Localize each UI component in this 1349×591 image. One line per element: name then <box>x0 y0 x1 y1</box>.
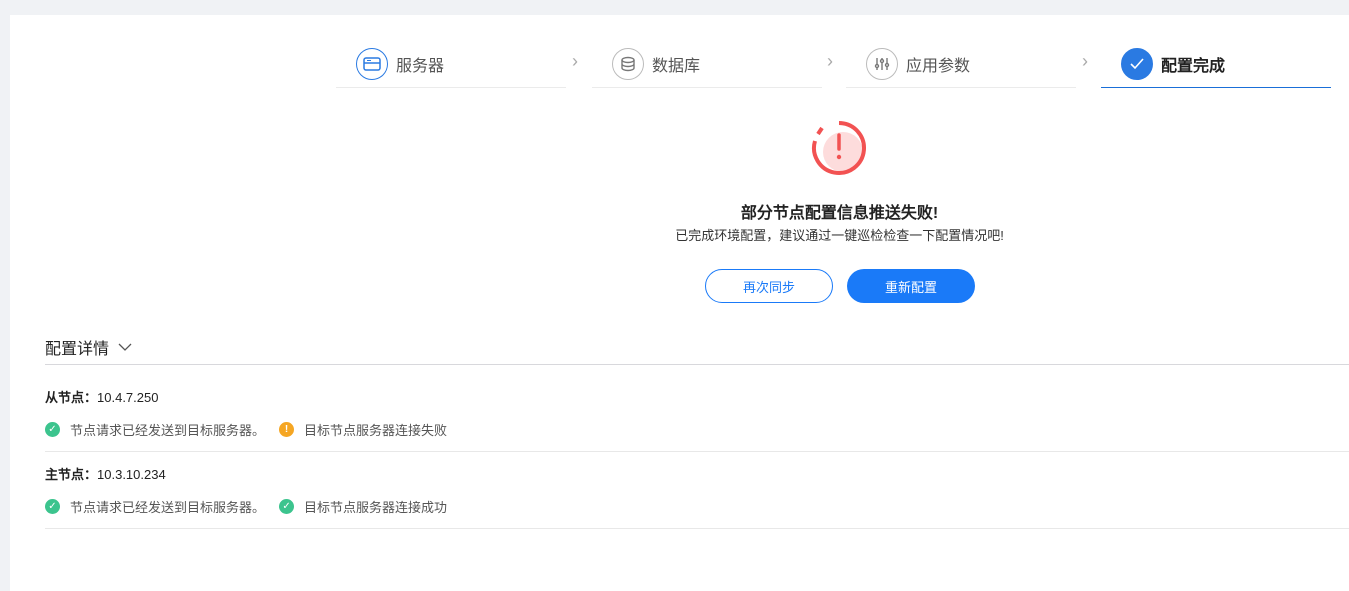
warning-icon: ! <box>279 422 295 437</box>
server-icon <box>356 48 388 80</box>
reconfigure-button[interactable]: 重新配置 <box>847 269 975 303</box>
success-icon: ✓ <box>45 499 60 514</box>
details-title: 配置详情 <box>45 341 110 358</box>
chevron-right-icon: › <box>572 51 578 71</box>
status-text: 节点请求已经发送到目标服务器。 <box>70 423 266 438</box>
status-text: 目标节点服务器连接成功 <box>304 500 448 515</box>
node-ip: 10.3.10.234 <box>97 467 166 482</box>
node-status-list: ✓ 节点请求已经发送到目标服务器。 ✓ 目标节点服务器连接成功 <box>45 497 447 516</box>
check-icon <box>1121 48 1153 80</box>
status-text: 节点请求已经发送到目标服务器。 <box>70 500 266 515</box>
error-icon <box>810 119 868 182</box>
node-label: 从节点： <box>45 390 98 405</box>
status-text: 目标节点服务器连接失败 <box>304 423 448 438</box>
result-title: 部分节点配置信息推送失败! <box>740 205 939 222</box>
database-icon <box>612 48 644 80</box>
main-card: 服务器 › 数据库 › 应用参数 › 配置完成 部分节点配置信息推送失败! 已完… <box>10 15 1349 591</box>
step-server[interactable]: 服务器 <box>336 41 566 88</box>
node-status-list: ✓ 节点请求已经发送到目标服务器。 ! 目标节点服务器连接失败 <box>45 420 447 439</box>
step-label: 配置完成 <box>1161 58 1226 75</box>
step-complete[interactable]: 配置完成 <box>1101 41 1331 88</box>
step-database[interactable]: 数据库 <box>592 41 822 88</box>
step-label: 数据库 <box>652 58 701 75</box>
node-row: 从节点：10.4.7.250 <box>45 387 158 406</box>
resync-button[interactable]: 再次同步 <box>705 269 833 303</box>
success-icon: ✓ <box>45 422 60 437</box>
node-label: 主节点： <box>45 467 98 482</box>
node-ip: 10.4.7.250 <box>97 390 159 405</box>
step-label: 服务器 <box>396 58 445 75</box>
step-label: 应用参数 <box>906 58 971 75</box>
chevron-right-icon: › <box>827 51 833 71</box>
chevron-down-icon <box>118 343 132 351</box>
chevron-right-icon: › <box>1082 51 1088 71</box>
details-toggle[interactable]: 配置详情 <box>45 335 132 359</box>
node-row: 主节点：10.3.10.234 <box>45 464 166 483</box>
step-app-params[interactable]: 应用参数 <box>846 41 1076 88</box>
sliders-icon <box>866 48 898 80</box>
result-subtitle: 已完成环境配置，建议通过一键巡检检查一下配置情况吧! <box>675 228 1004 243</box>
success-icon: ✓ <box>279 499 295 514</box>
